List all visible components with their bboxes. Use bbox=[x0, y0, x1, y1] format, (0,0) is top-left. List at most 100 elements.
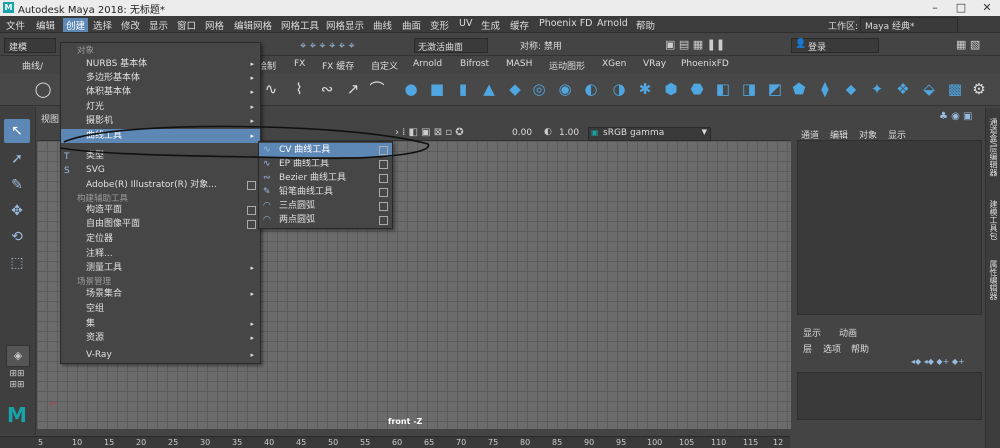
menu-item-two-point-arc[interactable]: ◠ 两点圆弧 bbox=[259, 213, 392, 227]
layer-menu-options[interactable]: 选项 bbox=[823, 342, 841, 355]
option-box-icon[interactable] bbox=[379, 174, 388, 183]
torus-icon[interactable]: ◎ bbox=[530, 80, 548, 98]
plane-icon[interactable]: ◆ bbox=[506, 80, 524, 98]
menu-curves[interactable]: 曲线 bbox=[373, 18, 392, 32]
select-tool-icon[interactable]: ↖ bbox=[4, 119, 30, 143]
single-perspective-icon[interactable]: ◈ bbox=[6, 345, 30, 367]
shelf-tab-curves[interactable]: 曲线/ bbox=[22, 59, 43, 72]
option-box-icon[interactable] bbox=[379, 202, 388, 211]
side-tab-attribute-editor[interactable]: 属性编辑器 bbox=[988, 260, 999, 300]
extrude-icon[interactable]: ⬢ bbox=[662, 80, 680, 98]
menu-item-construction-plane[interactable]: 构造平面 bbox=[61, 203, 260, 217]
circle-icon[interactable]: ◯ bbox=[34, 80, 52, 98]
shelf-tab-fx-cache[interactable]: FX 缓存 bbox=[322, 59, 354, 72]
exposure-field[interactable]: 0.00 bbox=[512, 128, 532, 138]
shelf-settings-icon[interactable]: ⚙ bbox=[970, 80, 988, 98]
menu-mesh-display[interactable]: 网格显示 bbox=[326, 18, 364, 32]
option-box-icon[interactable] bbox=[379, 216, 388, 225]
sphere-icon[interactable]: ● bbox=[402, 80, 420, 98]
menu-item-free-image-plane[interactable]: 自由图像平面 bbox=[61, 217, 260, 231]
layer-tab-anim[interactable]: 动画 bbox=[839, 326, 857, 339]
menu-edit-mesh[interactable]: 编辑网格 bbox=[234, 18, 272, 32]
cylinder-icon[interactable]: ▮ bbox=[454, 80, 472, 98]
layer-menu-help[interactable]: 帮助 bbox=[851, 342, 869, 355]
option-box-icon[interactable] bbox=[247, 220, 256, 229]
option-box-icon[interactable] bbox=[379, 188, 388, 197]
login-dropdown[interactable]: 👤 登录 bbox=[791, 38, 879, 53]
menu-item-lights[interactable]: 灯光 ▸ bbox=[61, 100, 260, 114]
menu-file[interactable]: 文件 bbox=[6, 18, 25, 32]
four-view-icon[interactable]: ⊞⊞ ⊞⊞ bbox=[6, 369, 28, 391]
side-tab-modeling-toolkit[interactable]: 建模工具包 bbox=[988, 200, 999, 240]
maximize-button[interactable]: □ bbox=[948, 0, 974, 16]
uv-icon[interactable]: ▩ bbox=[946, 80, 964, 98]
symmetry-status[interactable]: 对称: 禁用 bbox=[520, 39, 562, 52]
menu-mesh[interactable]: 网格 bbox=[205, 18, 224, 32]
menu-mesh-tools[interactable]: 网格工具 bbox=[281, 18, 319, 32]
menu-display[interactable]: 显示 bbox=[149, 18, 168, 32]
close-button[interactable]: ✕ bbox=[974, 0, 1000, 16]
menu-deform[interactable]: 变形 bbox=[430, 18, 449, 32]
boolean-icon[interactable]: ⬥ bbox=[842, 80, 860, 98]
menu-item-vray[interactable]: V-Ray ▸ bbox=[61, 348, 260, 362]
bezier-icon[interactable]: ∾ bbox=[318, 80, 336, 98]
menu-item-bezier-curve-tool[interactable]: ∾ Bezier 曲线工具 bbox=[259, 171, 392, 185]
arc-icon[interactable]: ⌒ bbox=[368, 80, 386, 98]
menu-item-illustrator[interactable]: Adobe(R) Illustrator(R) 对象... bbox=[61, 178, 260, 192]
layer-list[interactable] bbox=[797, 372, 982, 420]
mode-dropdown[interactable]: 建模 bbox=[4, 38, 56, 53]
disc-icon[interactable]: ◉ bbox=[556, 80, 574, 98]
menu-item-three-point-arc[interactable]: ◠ 三点圆弧 bbox=[259, 199, 392, 213]
curve-tool-icon[interactable]: ∿ bbox=[262, 80, 280, 98]
menu-item-pencil-curve-tool[interactable]: ✎ 铅笔曲线工具 bbox=[259, 185, 392, 199]
helix-icon[interactable]: ◑ bbox=[610, 80, 628, 98]
menu-item-nurbs-primitives[interactable]: NURBS 基本体 ▸ bbox=[61, 57, 260, 71]
panel-layout-icons[interactable]: ▦ ▧ bbox=[956, 38, 980, 51]
layer-buttons-icons[interactable]: ◂◆ ◂◆ ◆+ ◆+ bbox=[911, 357, 965, 366]
shelf-tab-mash[interactable]: MASH bbox=[506, 59, 532, 69]
menu-item-measure-tools[interactable]: 测量工具 ▸ bbox=[61, 261, 260, 275]
menu-surfaces[interactable]: 曲面 bbox=[402, 18, 421, 32]
menu-item-scene-assembly[interactable]: 场景集合 ▸ bbox=[61, 287, 260, 301]
menu-help[interactable]: 帮助 bbox=[636, 18, 655, 32]
soccer-ball-icon[interactable]: ✱ bbox=[636, 80, 654, 98]
menu-item-volume-primitives[interactable]: 体积基本体 ▸ bbox=[61, 85, 260, 99]
menu-item-locator[interactable]: 定位器 bbox=[61, 232, 260, 246]
menu-generate[interactable]: 生成 bbox=[481, 18, 500, 32]
layer-menu-layers[interactable]: 层 bbox=[803, 342, 812, 355]
menu-select[interactable]: 选择 bbox=[93, 18, 112, 32]
menu-item-annotation[interactable]: 注释... bbox=[61, 247, 260, 261]
cube-icon[interactable]: ■ bbox=[428, 80, 446, 98]
remesh-icon[interactable]: ❖ bbox=[894, 80, 912, 98]
cone-icon[interactable]: ▲ bbox=[480, 80, 498, 98]
ep-curve-icon[interactable]: ⌇ bbox=[290, 80, 308, 98]
scale-tool-icon[interactable]: ⬚ bbox=[4, 251, 30, 275]
menu-uv[interactable]: UV bbox=[459, 18, 472, 29]
reduce-icon[interactable]: ✦ bbox=[868, 80, 886, 98]
bevel-icon[interactable]: ⬣ bbox=[688, 80, 706, 98]
render-icons[interactable]: ▣ ▤ ▦ ❚❚ bbox=[665, 38, 725, 51]
gamma-field[interactable]: 1.00 bbox=[559, 128, 579, 138]
shelf-tab-motion-graphics[interactable]: 运动图形 bbox=[549, 59, 585, 72]
menu-modify[interactable]: 修改 bbox=[121, 18, 140, 32]
menu-window[interactable]: 窗口 bbox=[177, 18, 196, 32]
menu-create[interactable]: 创建 bbox=[63, 18, 89, 32]
mirror-icon[interactable]: ⧫ bbox=[816, 80, 834, 98]
pencil-curve-icon[interactable]: ↗ bbox=[344, 80, 362, 98]
menu-item-sets[interactable]: 集 ▸ bbox=[61, 317, 260, 331]
shelf-tab-custom[interactable]: 自定义 bbox=[371, 59, 398, 72]
menu-item-polygon-primitives[interactable]: 多边形基本体 ▸ bbox=[61, 71, 260, 85]
menu-phoenix-fd[interactable]: Phoenix FD bbox=[539, 18, 593, 29]
snap-icons[interactable]: ⌖ ⌖ ⌖ ⌖ ⌖ ⌖ bbox=[300, 39, 355, 53]
menu-item-empty-group[interactable]: 空组 bbox=[61, 302, 260, 316]
combine-icon[interactable]: ◨ bbox=[740, 80, 758, 98]
option-box-icon[interactable] bbox=[247, 206, 256, 215]
lasso-tool-icon[interactable]: ➚ bbox=[4, 147, 30, 171]
shelf-tab-fx[interactable]: FX bbox=[294, 59, 305, 69]
option-box-icon[interactable] bbox=[247, 181, 256, 190]
menu-item-assets[interactable]: 资源 ▸ bbox=[61, 331, 260, 345]
rotate-tool-icon[interactable]: ⟲ bbox=[4, 225, 30, 249]
shelf-tab-arnold[interactable]: Arnold bbox=[413, 59, 442, 69]
move-tool-icon[interactable]: ✥ bbox=[4, 199, 30, 223]
panel-icons[interactable]: ♣ ◉ ▣ bbox=[939, 111, 973, 122]
